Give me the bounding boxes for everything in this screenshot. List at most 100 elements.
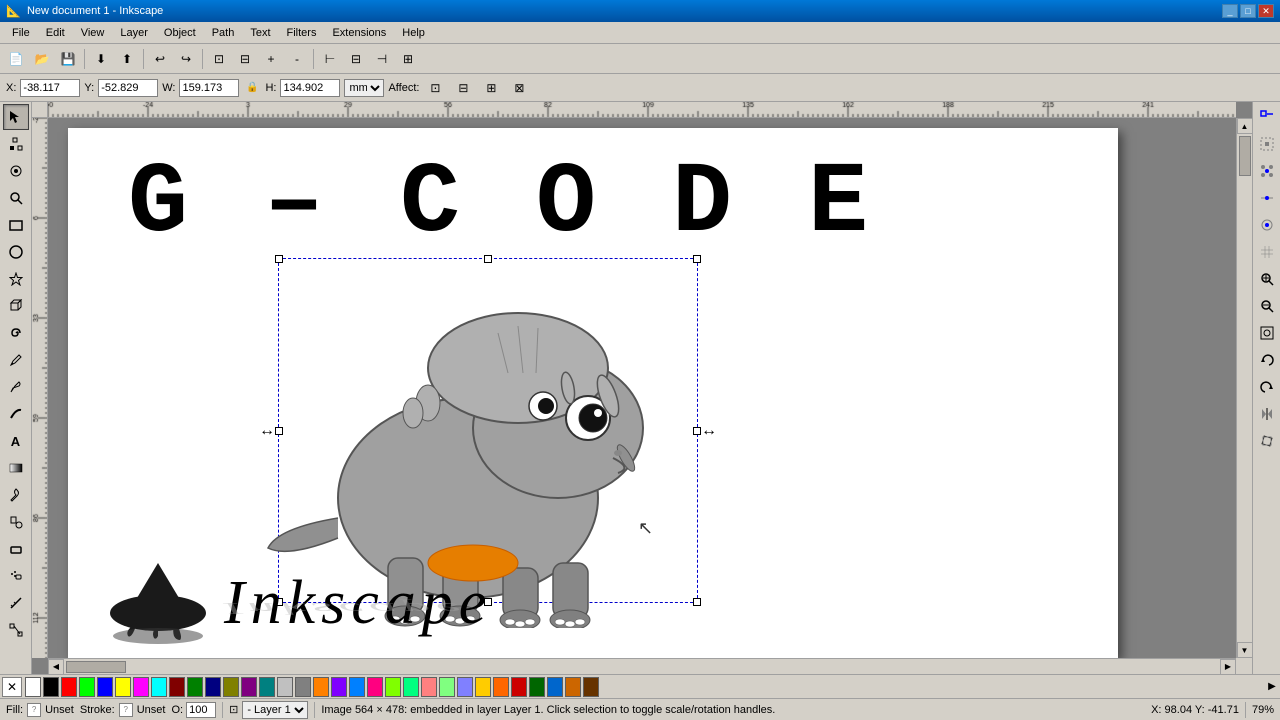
star-tool-button[interactable]	[3, 266, 29, 292]
snap-midpoints-button[interactable]	[1254, 185, 1280, 211]
affect-edge-button[interactable]: ⊟	[451, 76, 475, 100]
import-button[interactable]: ⬇	[89, 47, 113, 71]
color-swatch-16[interactable]	[313, 677, 329, 697]
align-right-button[interactable]: ⊣	[370, 47, 394, 71]
menu-extensions[interactable]: Extensions	[324, 25, 394, 41]
w-input[interactable]	[179, 79, 239, 97]
select-tool-button[interactable]	[3, 104, 29, 130]
export-button[interactable]: ⬆	[115, 47, 139, 71]
spiral-tool-button[interactable]	[3, 320, 29, 346]
canvas-document[interactable]: G – C O D E ↔ ↔	[48, 118, 1236, 658]
hscroll-thumb[interactable]	[66, 661, 126, 673]
no-color-button[interactable]: ✕	[2, 677, 22, 697]
color-swatch-9[interactable]	[187, 677, 203, 697]
h-input[interactable]	[280, 79, 340, 97]
color-swatch-29[interactable]	[547, 677, 563, 697]
zoom-fit-page-button[interactable]: ⊡	[207, 47, 231, 71]
vscroll-up-button[interactable]: ▲	[1237, 118, 1253, 134]
y-input[interactable]	[98, 79, 158, 97]
hscroll-left-button[interactable]: ◀	[48, 659, 64, 675]
connector-tool-button[interactable]	[3, 617, 29, 643]
node-tool-button[interactable]	[3, 131, 29, 157]
color-swatch-0[interactable]	[25, 677, 41, 697]
rotate-ccw-button[interactable]	[1254, 347, 1280, 373]
zoom-fit-selection-button[interactable]: ⊟	[233, 47, 257, 71]
vscroll-thumb[interactable]	[1239, 136, 1251, 176]
color-swatch-30[interactable]	[565, 677, 581, 697]
color-swatch-28[interactable]	[529, 677, 545, 697]
hscroll-right-button[interactable]: ▶	[1220, 659, 1236, 675]
close-button[interactable]: ✕	[1258, 4, 1274, 18]
vscroll-down-button[interactable]: ▼	[1237, 642, 1253, 658]
menu-object[interactable]: Object	[156, 25, 204, 41]
color-swatch-31[interactable]	[583, 677, 599, 697]
color-swatch-20[interactable]	[385, 677, 401, 697]
affect-all-button[interactable]: ⊞	[479, 76, 503, 100]
transform-button[interactable]	[1254, 428, 1280, 454]
layer-select[interactable]: - Layer 1	[242, 701, 308, 719]
x-input[interactable]	[20, 79, 80, 97]
eraser-tool-button[interactable]	[3, 536, 29, 562]
text-tool-button[interactable]: A	[3, 428, 29, 454]
color-swatch-26[interactable]	[493, 677, 509, 697]
distribute-button[interactable]: ⊞	[396, 47, 420, 71]
dropper-tool-button[interactable]	[3, 482, 29, 508]
flip-h-button[interactable]	[1254, 401, 1280, 427]
stroke-swatch[interactable]: ?	[119, 703, 133, 717]
color-swatch-18[interactable]	[349, 677, 365, 697]
redo-button[interactable]: ↪	[174, 47, 198, 71]
snap-nodes-button[interactable]	[1254, 158, 1280, 184]
color-swatch-27[interactable]	[511, 677, 527, 697]
menu-layer[interactable]: Layer	[112, 25, 156, 41]
tweak-tool-button[interactable]	[3, 158, 29, 184]
zoom-fit-right-button[interactable]	[1254, 320, 1280, 346]
color-swatch-1[interactable]	[43, 677, 59, 697]
color-swatch-17[interactable]	[331, 677, 347, 697]
rotate-cw-button[interactable]	[1254, 374, 1280, 400]
color-swatch-19[interactable]	[367, 677, 383, 697]
vertical-scrollbar[interactable]: ▲ ▼	[1236, 118, 1252, 658]
color-swatch-10[interactable]	[205, 677, 221, 697]
zoom-tool-button[interactable]	[3, 185, 29, 211]
fill-swatch[interactable]: ?	[27, 703, 41, 717]
align-center-button[interactable]: ⊟	[344, 47, 368, 71]
spray-tool-button[interactable]	[3, 563, 29, 589]
color-swatch-24[interactable]	[457, 677, 473, 697]
rect-tool-button[interactable]	[3, 212, 29, 238]
snap-centers-button[interactable]	[1254, 212, 1280, 238]
color-swatch-5[interactable]	[115, 677, 131, 697]
color-swatch-4[interactable]	[97, 677, 113, 697]
color-swatch-7[interactable]	[151, 677, 167, 697]
unit-select[interactable]: mm px pt	[344, 79, 384, 97]
measure-tool-button[interactable]	[3, 590, 29, 616]
color-swatch-12[interactable]	[241, 677, 257, 697]
3d-box-tool-button[interactable]	[3, 293, 29, 319]
open-button[interactable]: 📂	[30, 47, 54, 71]
color-swatch-11[interactable]	[223, 677, 239, 697]
snap-bbox-button[interactable]	[1254, 131, 1280, 157]
color-swatch-22[interactable]	[421, 677, 437, 697]
color-swatch-23[interactable]	[439, 677, 455, 697]
save-button[interactable]: 💾	[56, 47, 80, 71]
pencil-tool-button[interactable]	[3, 347, 29, 373]
opacity-input[interactable]	[186, 702, 216, 718]
color-swatch-3[interactable]	[79, 677, 95, 697]
menu-edit[interactable]: Edit	[38, 25, 73, 41]
circle-tool-button[interactable]	[3, 239, 29, 265]
canvas-area[interactable]: G – C O D E ↔ ↔	[32, 102, 1252, 674]
paint-bucket-tool-button[interactable]	[3, 509, 29, 535]
menu-path[interactable]: Path	[204, 25, 243, 41]
maximize-button[interactable]: □	[1240, 4, 1256, 18]
menu-view[interactable]: View	[73, 25, 113, 41]
undo-button[interactable]: ↩	[148, 47, 172, 71]
gradient-tool-button[interactable]	[3, 455, 29, 481]
zoom-in-button[interactable]: +	[259, 47, 283, 71]
pen-tool-button[interactable]	[3, 374, 29, 400]
zoom-out-button[interactable]: -	[285, 47, 309, 71]
zoom-out-right-button[interactable]	[1254, 293, 1280, 319]
color-swatch-6[interactable]	[133, 677, 149, 697]
snap-grid-button[interactable]	[1254, 239, 1280, 265]
palette-scroll-right[interactable]: ▶	[1264, 677, 1280, 697]
zoom-tool-right-button[interactable]	[1254, 266, 1280, 292]
color-swatch-25[interactable]	[475, 677, 491, 697]
